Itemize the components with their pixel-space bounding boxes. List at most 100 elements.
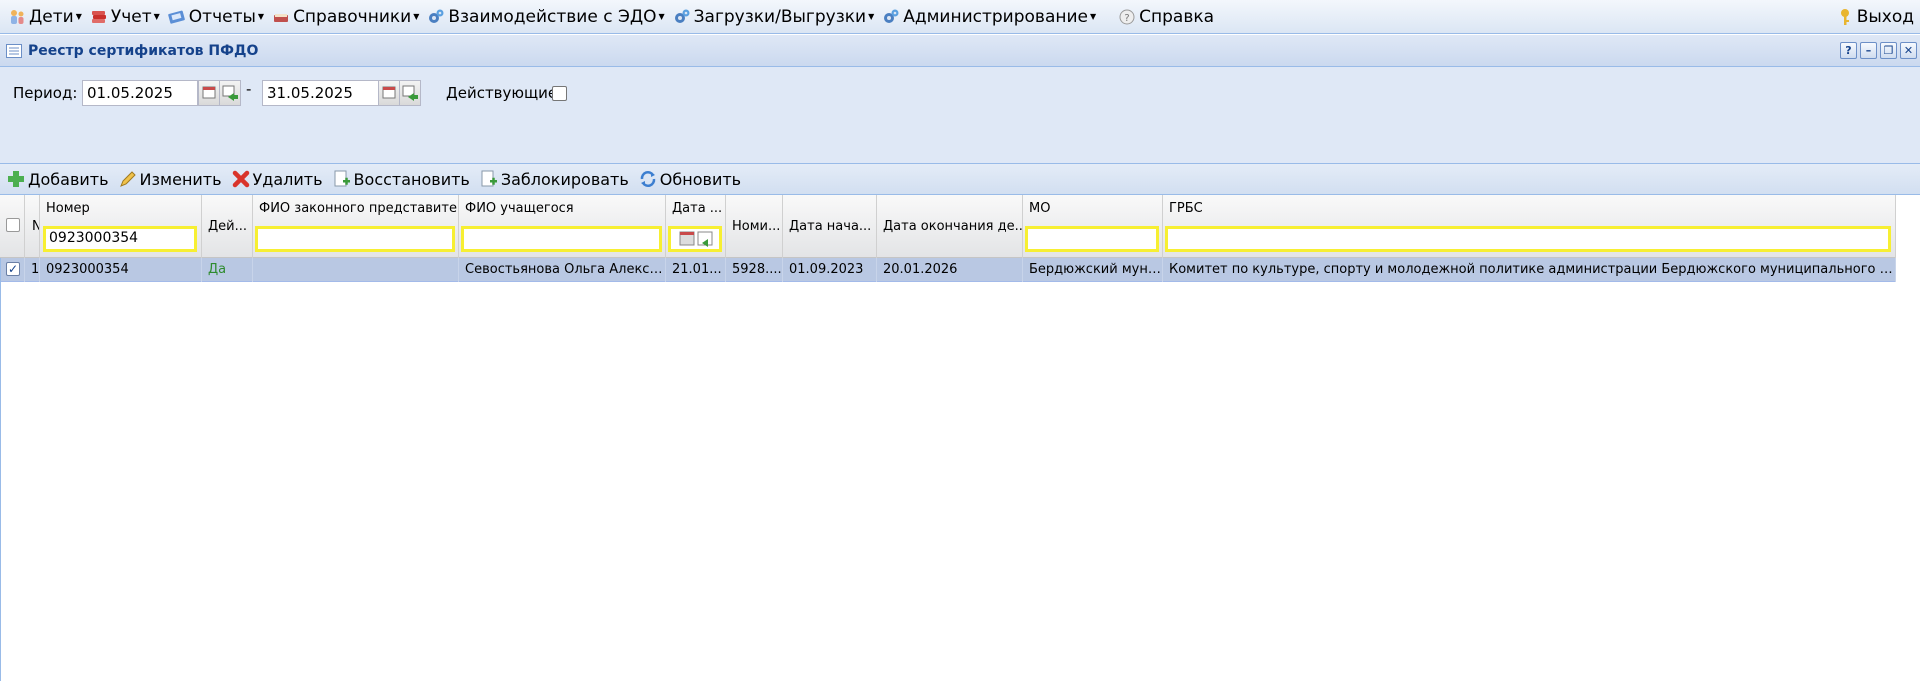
- delete-icon: [232, 170, 249, 188]
- active-label: Действующие:: [446, 84, 563, 102]
- column-header-end[interactable]: Дата окончания де...: [877, 195, 1023, 258]
- calendar-icon[interactable]: [198, 80, 220, 106]
- gears-icon: [674, 9, 690, 23]
- menu-edo-interaction[interactable]: Взаимодействие с ЭДО ▼: [423, 2, 668, 32]
- column-header-mo[interactable]: МО: [1023, 195, 1163, 258]
- edit-label: Изменить: [139, 169, 222, 189]
- column-header-number[interactable]: Номер 0923000354: [40, 195, 202, 258]
- restore-button[interactable]: ❐: [1880, 42, 1897, 59]
- calendar-icon[interactable]: [674, 229, 718, 249]
- reports-icon: [167, 10, 185, 24]
- exit-button[interactable]: Выход: [1832, 2, 1918, 32]
- row-nominal-cell: 5928....: [726, 258, 783, 282]
- menu-import-export[interactable]: Загрузки/Выгрузки ▼: [669, 2, 879, 32]
- date-to-field[interactable]: 31.05.2025: [262, 80, 379, 106]
- edit-button[interactable]: Изменить: [118, 169, 222, 189]
- menu-children[interactable]: Дети ▼: [4, 2, 86, 32]
- refresh-button[interactable]: Обновить: [638, 169, 741, 189]
- date-filter-input[interactable]: [668, 226, 722, 252]
- row-grbs-cell: Комитет по культуре, спорту и молодежной…: [1163, 258, 1896, 282]
- column-header-nominal[interactable]: Номи...: [726, 195, 783, 258]
- row-mo-cell: Бердюжский муни...: [1023, 258, 1163, 282]
- column-nominal-label: Номи...: [732, 219, 781, 234]
- chevron-down-icon: ▼: [1089, 12, 1097, 21]
- column-header-guardian[interactable]: ФИО законного представите...: [253, 195, 459, 258]
- menu-children-label: Дети: [29, 6, 74, 27]
- row-start-cell: 01.09.2023: [783, 258, 877, 282]
- period-separator: -: [246, 80, 252, 98]
- table-row[interactable]: ✓ 1 0923000354 Да Севостьянова Ольга Але…: [0, 258, 1896, 282]
- row-select-cell[interactable]: ✓: [0, 258, 25, 282]
- column-start-label: Дата нача...: [789, 219, 872, 234]
- mo-filter-input[interactable]: [1025, 226, 1159, 252]
- menu-help[interactable]: ? Справка: [1114, 2, 1218, 32]
- gears-icon: [884, 9, 899, 23]
- help-button[interactable]: ?: [1840, 42, 1857, 59]
- grbs-filter-input[interactable]: [1165, 226, 1891, 252]
- clear-date-icon[interactable]: [399, 80, 421, 106]
- chevron-down-icon: ▼: [658, 12, 665, 21]
- svg-text:?: ?: [1124, 13, 1129, 24]
- menu-administration[interactable]: Администрирование ▼: [878, 2, 1100, 32]
- add-button[interactable]: Добавить: [6, 169, 109, 189]
- document-add-icon: [481, 170, 497, 187]
- column-grbs-label: ГРБС: [1169, 201, 1203, 216]
- help-icon: ?: [1119, 9, 1135, 24]
- block-label: Заблокировать: [500, 169, 629, 189]
- panel-header: Реестр сертификатов ПФДО ? – ❐ ✕: [0, 34, 1920, 67]
- select-all-column: [0, 195, 25, 258]
- column-number-label: Номер: [46, 201, 90, 216]
- menu-import-export-label: Загрузки/Выгрузки: [693, 6, 867, 27]
- number-filter-input[interactable]: 0923000354: [43, 226, 197, 252]
- grid-list-icon: [6, 43, 22, 58]
- restore-record-button[interactable]: Восстановить: [332, 169, 470, 189]
- block-button[interactable]: Заблокировать: [479, 169, 629, 189]
- menu-administration-label: Администрирование: [903, 6, 1088, 27]
- row-date-cell: 21.01...: [666, 258, 726, 282]
- row-number-cell: 0923000354: [40, 258, 202, 282]
- column-date-label: Дата ...: [672, 201, 723, 216]
- select-all-checkbox[interactable]: [6, 218, 20, 232]
- chevron-down-icon: ▼: [257, 12, 265, 21]
- column-header-start[interactable]: Дата нача...: [783, 195, 877, 258]
- column-mo-label: МО: [1029, 201, 1051, 216]
- row-num-cell: 1: [25, 258, 40, 282]
- menu-help-label: Справка: [1139, 6, 1215, 27]
- clear-date-icon[interactable]: [219, 80, 241, 106]
- calendar-icon[interactable]: [378, 80, 400, 106]
- menu-references[interactable]: Справочники ▼: [268, 2, 423, 32]
- menu-accounting-label: Учет: [110, 6, 152, 27]
- filter-panel: Период: 01.05.2025 - 31.05.2025 Действую…: [0, 67, 1920, 163]
- column-header-grbs[interactable]: ГРБС: [1163, 195, 1896, 258]
- student-filter-input[interactable]: [461, 226, 662, 252]
- close-button[interactable]: ✕: [1900, 42, 1917, 59]
- column-active-label: Дей...: [208, 219, 247, 234]
- column-end-label: Дата окончания де...: [883, 219, 1023, 234]
- grid-header: N Номер 0923000354 Дей... ФИО законного …: [0, 195, 1896, 258]
- chevron-down-icon: ▼: [75, 12, 82, 21]
- column-header-active[interactable]: Дей...: [202, 195, 253, 258]
- column-num-label: N: [32, 219, 39, 234]
- column-header-date[interactable]: Дата ...: [666, 195, 726, 258]
- row-checkbox[interactable]: ✓: [6, 262, 20, 276]
- column-header-student[interactable]: ФИО учащегося: [459, 195, 666, 258]
- books-icon: [91, 10, 106, 23]
- row-active-cell: Да: [202, 258, 253, 282]
- refresh-label: Обновить: [659, 169, 742, 189]
- column-header-num[interactable]: N: [25, 195, 40, 258]
- active-checkbox[interactable]: [552, 86, 567, 101]
- menu-accounting[interactable]: Учет ▼: [86, 2, 164, 32]
- delete-label: Удалить: [252, 169, 323, 189]
- grid-toolbar: Добавить Изменить Удалить Восстановить З…: [0, 163, 1920, 195]
- add-icon: [8, 171, 24, 187]
- chevron-down-icon: ▼: [868, 12, 875, 21]
- menu-reports[interactable]: Отчеты ▼: [164, 2, 268, 32]
- date-from-field[interactable]: 01.05.2025: [82, 80, 198, 106]
- menu-edo-interaction-label: Взаимодействие с ЭДО: [448, 6, 657, 27]
- row-guardian-cell: [253, 258, 459, 282]
- add-label: Добавить: [28, 169, 109, 189]
- delete-button[interactable]: Удалить: [231, 169, 323, 189]
- period-label: Период:: [13, 84, 78, 102]
- minimize-button[interactable]: –: [1860, 42, 1877, 59]
- guardian-filter-input[interactable]: [255, 226, 455, 252]
